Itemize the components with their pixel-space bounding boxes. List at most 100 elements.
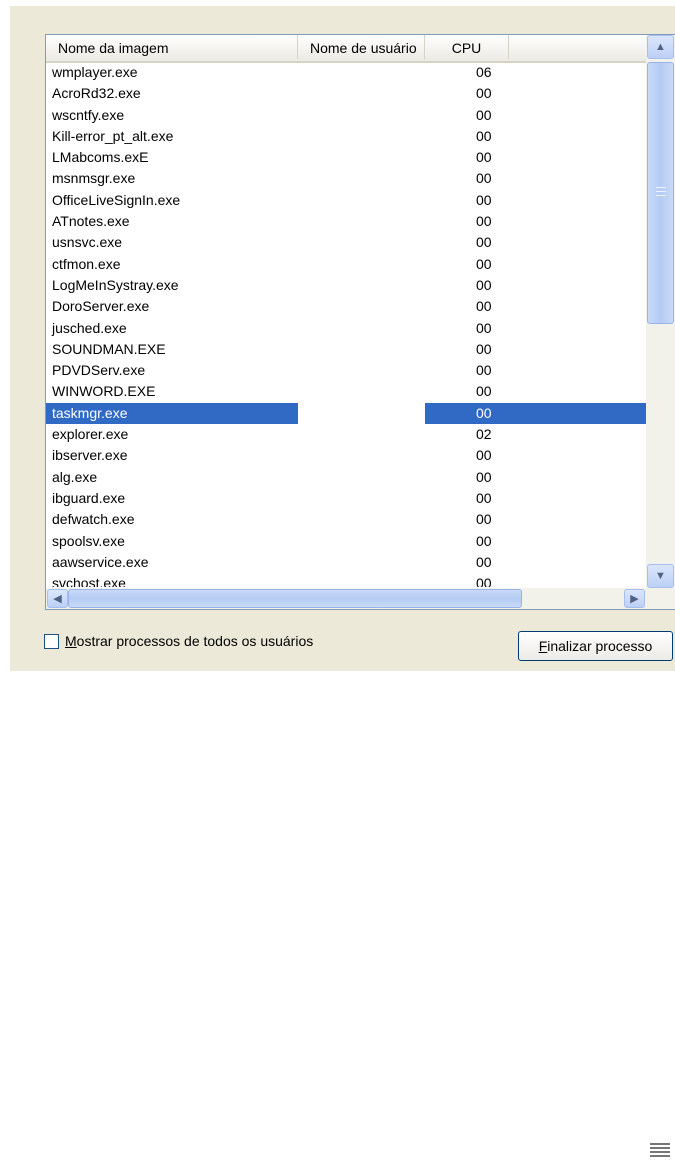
process-cpu: 00 <box>476 553 492 570</box>
process-cpu: 06 <box>476 64 492 80</box>
process-user <box>298 83 425 104</box>
process-name: WINWORD.EXE <box>52 383 156 400</box>
scroll-right-icon[interactable]: ▶ <box>624 589 645 608</box>
process-name: PDVDServ.exe <box>52 362 146 379</box>
process-name: AcroRd32.exe <box>52 85 141 102</box>
process-name: DoroServer.exe <box>52 298 150 315</box>
process-cpu: 00 <box>476 149 492 166</box>
process-row[interactable]: SOUNDMAN.EXE 00 <box>46 339 646 360</box>
process-user <box>298 126 425 147</box>
process-user <box>298 62 425 83</box>
size-grip-icon[interactable] <box>650 1143 670 1161</box>
process-name: wmplayer.exe <box>52 64 138 80</box>
show-all-users-label: Mostrar processos de todos os usuários <box>65 633 314 649</box>
column-user-name[interactable]: Nome de usuário <box>298 35 425 59</box>
process-row[interactable]: ATnotes.exe 00 <box>46 211 646 232</box>
process-name: defwatch.exe <box>52 511 135 528</box>
process-cpu: 00 <box>476 447 492 464</box>
process-user <box>298 381 425 402</box>
process-user <box>298 509 425 530</box>
process-cpu: 00 <box>476 362 492 379</box>
process-row[interactable]: WINWORD.EXE 00 <box>46 381 646 402</box>
process-cpu: 00 <box>425 402 646 425</box>
process-rows: wmplayer.exe 06 AcroRd32.exe 00 wscntfy.exe 0… <box>46 62 646 587</box>
process-user <box>298 190 425 211</box>
process-cpu: 00 <box>476 213 492 230</box>
process-row[interactable]: ibserver.exe 00 <box>46 445 646 466</box>
process-row[interactable]: jusched.exe 00 <box>46 318 646 339</box>
process-row[interactable]: taskmgr.exe 00 <box>46 402 646 425</box>
horizontal-scroll-thumb[interactable] <box>68 589 522 608</box>
process-name: explorer.exe <box>52 426 129 443</box>
process-row[interactable]: usnsvc.exe 00 <box>46 232 646 253</box>
vertical-scrollbar[interactable]: ▲ ▼ <box>646 35 675 588</box>
process-user <box>298 424 425 445</box>
process-name: wscntfy.exe <box>52 106 125 123</box>
column-header: Nome da imagem Nome de usuário CPU <box>46 35 646 63</box>
process-name: LMabcoms.exE <box>52 149 149 166</box>
process-name: ibguard.exe <box>52 489 126 506</box>
process-cpu: 00 <box>476 489 492 506</box>
process-cpu: 00 <box>476 298 492 315</box>
vertical-scroll-thumb[interactable] <box>647 62 674 324</box>
process-user <box>298 531 425 552</box>
process-cpu: 00 <box>476 85 492 102</box>
process-row[interactable]: OfficeLiveSignIn.exe 00 <box>46 190 646 211</box>
process-cpu: 00 <box>476 319 492 336</box>
process-row[interactable]: defwatch.exe 00 <box>46 509 646 530</box>
task-manager-panel: Nome da imagem Nome de usuário CPU wmpla… <box>10 6 675 1157</box>
show-all-users-checkbox[interactable] <box>44 633 59 649</box>
process-cpu: 00 <box>476 170 492 187</box>
process-row[interactable]: explorer.exe 02 <box>46 424 646 445</box>
process-row[interactable]: msnmsgr.exe 00 <box>46 168 646 189</box>
column-cpu[interactable]: CPU <box>425 35 509 59</box>
process-name: OfficeLiveSignIn.exe <box>52 191 181 208</box>
process-cpu: 00 <box>476 532 492 549</box>
process-row[interactable]: AcroRd32.exe 00 <box>46 83 646 104</box>
scroll-down-icon[interactable]: ▼ <box>647 564 674 588</box>
process-row[interactable]: wmplayer.exe 06 <box>46 62 646 83</box>
process-row[interactable]: Kill-error_pt_alt.exe 00 <box>46 126 646 147</box>
process-row[interactable]: aawservice.exe 00 <box>46 552 646 573</box>
process-cpu: 00 <box>476 511 492 528</box>
process-user <box>298 573 425 587</box>
process-row[interactable]: ibguard.exe 00 <box>46 488 646 509</box>
process-user <box>298 296 425 317</box>
process-cpu: 00 <box>476 234 492 251</box>
process-name: ATnotes.exe <box>52 213 130 230</box>
process-name: jusched.exe <box>52 319 127 336</box>
process-row[interactable]: ctfmon.exe 00 <box>46 254 646 275</box>
column-image-name[interactable]: Nome da imagem <box>46 35 298 59</box>
process-cpu: 00 <box>476 575 492 587</box>
process-name: taskmgr.exe <box>46 402 298 425</box>
process-cpu: 00 <box>476 255 492 272</box>
show-all-users-option[interactable]: Mostrar processos de todos os usuários <box>44 631 313 651</box>
process-user <box>298 105 425 126</box>
process-row[interactable]: alg.exe 00 <box>46 467 646 488</box>
process-row[interactable]: DoroServer.exe 00 <box>46 296 646 317</box>
end-process-button[interactable]: Finalizar processo <box>518 631 673 661</box>
process-row[interactable]: LMabcoms.exE 00 <box>46 147 646 168</box>
process-cpu: 02 <box>476 426 492 443</box>
process-cpu: 00 <box>476 106 492 123</box>
horizontal-scrollbar[interactable]: ◀ ▶ <box>46 588 675 1157</box>
process-cpu: 00 <box>476 340 492 357</box>
process-row[interactable]: PDVDServ.exe 00 <box>46 360 646 381</box>
process-name: Kill-error_pt_alt.exe <box>52 127 174 144</box>
process-list[interactable]: Nome da imagem Nome de usuário CPU wmpla… <box>45 34 675 1157</box>
process-name: LogMeInSystray.exe <box>52 276 179 293</box>
process-cpu: 00 <box>476 127 492 144</box>
process-name: usnsvc.exe <box>52 234 123 251</box>
process-row[interactable]: wscntfy.exe 00 <box>46 105 646 126</box>
process-user <box>298 147 425 168</box>
process-user <box>298 467 425 488</box>
process-user <box>298 211 425 232</box>
process-row[interactable]: LogMeInSystray.exe 00 <box>46 275 646 296</box>
process-cpu: 00 <box>476 191 492 208</box>
process-row[interactable]: svchost.exe 00 <box>46 573 646 587</box>
process-row[interactable]: spoolsv.exe 00 <box>46 531 646 552</box>
scroll-left-icon[interactable]: ◀ <box>47 589 68 608</box>
scroll-up-icon[interactable]: ▲ <box>647 35 674 59</box>
process-user <box>298 445 425 466</box>
process-name: spoolsv.exe <box>52 532 125 549</box>
